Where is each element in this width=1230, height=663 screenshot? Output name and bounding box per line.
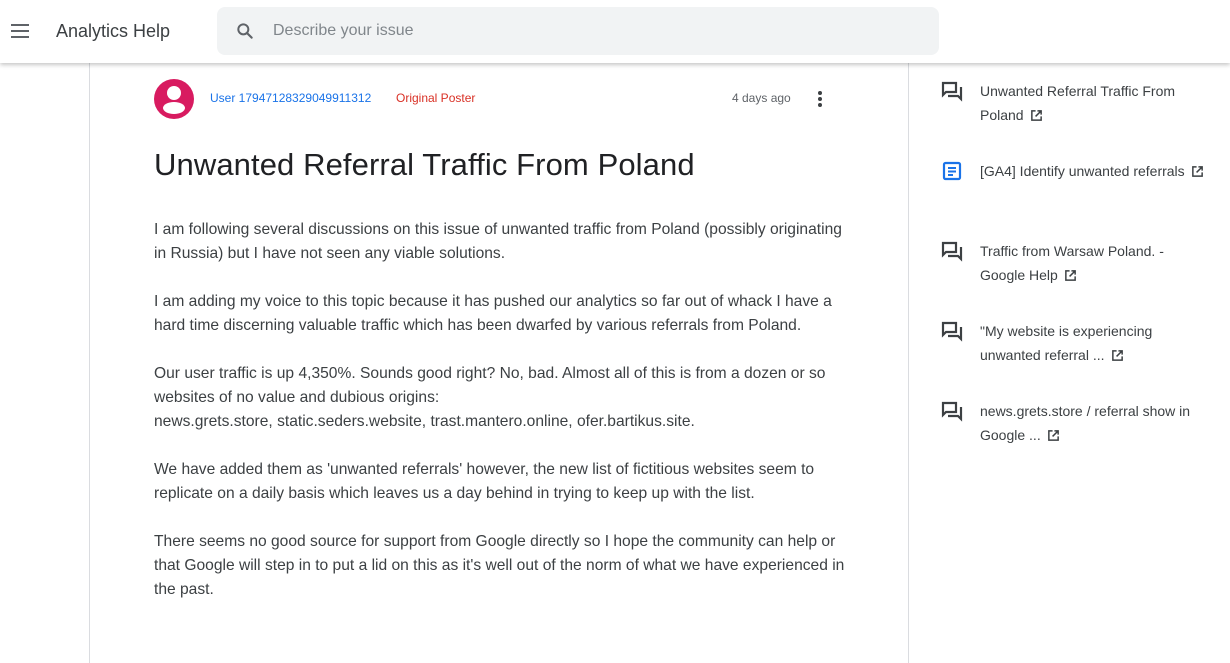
external-link-icon [1111,350,1123,361]
more-vert-dot [818,103,822,107]
hamburger-line [11,30,29,32]
external-link-icon [1047,430,1059,441]
external-link-icon [1191,166,1203,177]
forum-icon [941,81,963,102]
search-icon[interactable] [235,21,255,41]
external-link-icon [1030,110,1042,121]
post-paragraph: There seems no good source for support f… [154,533,845,598]
avatar-icon[interactable] [154,79,194,119]
main-menu-button[interactable] [8,19,32,43]
hamburger-line [11,36,29,38]
original-poster-badge: Original Poster [396,91,476,105]
post-paragraph: We have added them as 'unwanted referral… [154,461,815,502]
post-paragraph: I am adding my voice to this topic becau… [154,293,832,334]
hamburger-menu-icon [11,24,29,26]
thread-card: User 17947128329049911312 Original Poste… [89,63,909,663]
more-vert-icon [818,91,822,95]
external-link-icon [1064,270,1076,281]
search-bar[interactable] [217,7,939,55]
post-paragraph: Our user traffic is up 4,350%. Sounds go… [154,365,826,406]
more-options-button[interactable] [808,87,832,111]
forum-icon [941,321,963,342]
forum-icon [941,401,963,422]
article-icon [942,161,962,181]
search-input[interactable] [273,7,913,55]
related-item-label[interactable]: news.grets.store / referral show in Goog… [980,403,1190,443]
related-item-label[interactable]: [GA4] Identify unwanted referrals [980,163,1185,179]
app-title[interactable]: Analytics Help [56,21,170,42]
top-bar: Analytics Help [0,0,1230,63]
post-title: Unwanted Referral Traffic From Poland [154,147,695,182]
post-body: I am following several discussions on th… [154,218,854,626]
post-timestamp: 4 days ago [732,91,791,105]
related-item-label[interactable]: "My website is experiencing unwanted ref… [980,323,1152,363]
related-content-panel: Unwanted Referral Traffic From Poland [G… [910,63,1230,624]
forum-icon [941,241,963,262]
post-paragraph-domains: news.grets.store, static.seders.website,… [154,413,695,430]
post-paragraph: I am following several discussions on th… [154,221,842,262]
author-name[interactable]: User 17947128329049911312 [210,91,371,105]
related-item-label[interactable]: Unwanted Referral Traffic From Poland [980,83,1175,123]
more-vert-dot [818,97,822,101]
